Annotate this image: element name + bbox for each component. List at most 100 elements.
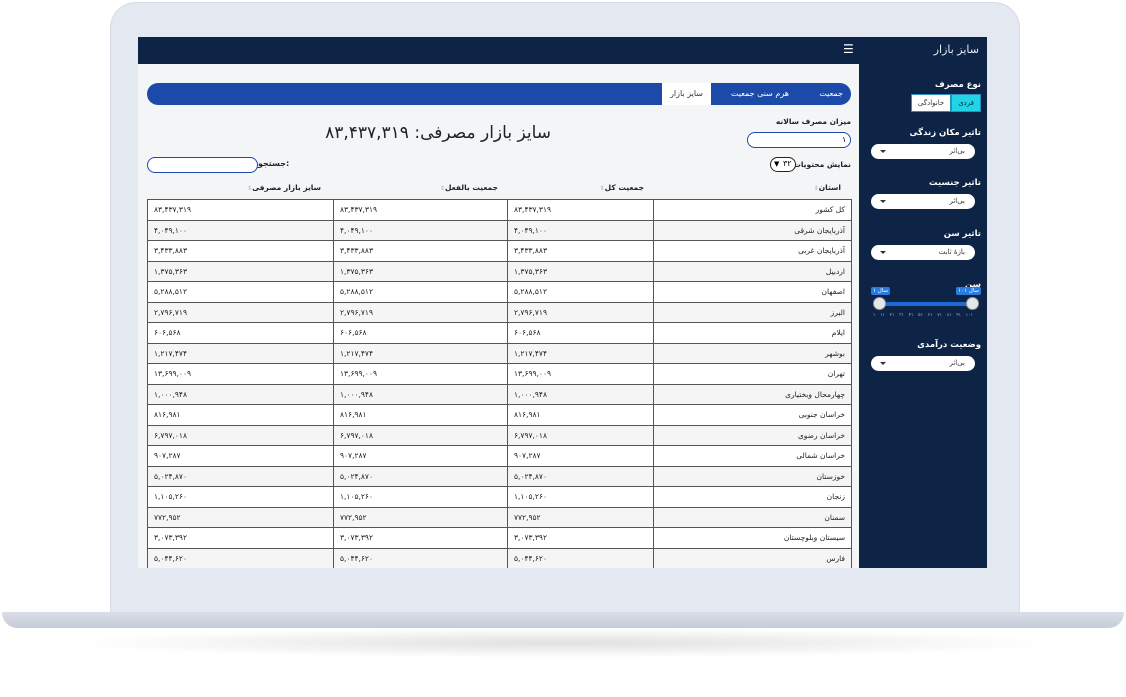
- table-row: ۱,۰۰۰,۹۴۸ ۱,۰۰۰,۹۴۸ ۱,۰۰۰,۹۴۸ چهارمحال وبخت…: [147, 383, 852, 405]
- cell-province: خراسان جنوبی: [653, 404, 852, 426]
- age-min-tag: ۱ سال: [871, 287, 890, 295]
- cell-actual-population: ۶۰۶,۵۶۸: [333, 322, 508, 344]
- cell-market-size: ۷۷۲,۹۵۲: [147, 506, 334, 528]
- cell-market-size: ۶,۷۹۷,۰۱۸: [147, 424, 334, 446]
- cell-total-population: ۶,۷۹۷,۰۱۸: [507, 424, 654, 446]
- cell-province: سیستان وبلوچستان: [653, 527, 852, 549]
- income-status-section: وضعیت درآمدی بی‌اثر: [871, 340, 981, 371]
- cell-province: چهارمحال وبختیاری: [653, 383, 852, 405]
- cell-total-population: ۱,۰۰۰,۹۴۸: [507, 383, 654, 405]
- age-tick-label: ۱۱: [880, 313, 885, 318]
- age-tick-label: ۴۱: [908, 313, 914, 318]
- cell-actual-population: ۶,۷۹۷,۰۱۸: [333, 424, 508, 446]
- tab-population[interactable]: جمعیت: [819, 83, 843, 105]
- cell-total-population: ۱,۱۰۵,۲۶۰: [507, 486, 654, 508]
- age-tick-label: ۲۱: [889, 313, 895, 318]
- cell-actual-population: ۱,۳۷۵,۳۶۳: [333, 260, 508, 282]
- age-tick-label: ۵۱: [918, 313, 923, 318]
- cell-total-population: ۵,۲۸۸,۵۱۲: [507, 281, 654, 303]
- location-effect-title: تاثیر مکان زندگی: [909, 128, 981, 138]
- laptop-shadow: [60, 628, 1066, 658]
- cell-province: سمنان: [653, 506, 852, 528]
- chevron-down-icon: ▼: [774, 160, 780, 168]
- cell-province: خراسان شمالی: [653, 445, 852, 467]
- gender-effect-title: تاثیر جنسیت: [928, 178, 981, 188]
- table-row: ۸۳,۴۳۷,۳۱۹ ۸۳,۴۳۷,۳۱۹ ۸۳,۴۳۷,۳۱۹ کل کشور: [147, 199, 852, 221]
- gender-effect-select[interactable]: بی‌اثر: [871, 194, 975, 209]
- consumption-type-title: نوع مصرف: [934, 80, 981, 90]
- show-entries-select[interactable]: ۳۲ ▼: [770, 157, 796, 172]
- cell-market-size: ۳,۰۷۳,۳۹۲: [147, 527, 334, 549]
- age-tick-label: ۷۱: [937, 313, 943, 318]
- cell-actual-population: ۵,۰۲۴,۸۷۰: [333, 465, 508, 487]
- age-max-handle[interactable]: [966, 297, 979, 310]
- toggle-individual[interactable]: فردی: [951, 94, 981, 112]
- app-screen: ☰ سایز بازار نوع مصرف فردی خانوادگی تاثی…: [138, 37, 987, 568]
- income-status-select[interactable]: بی‌اثر: [871, 356, 975, 371]
- income-status-value: بی‌اثر: [949, 359, 965, 367]
- cell-total-population: ۴,۰۴۹,۱۰۰: [507, 219, 654, 241]
- laptop-base: [2, 612, 1124, 628]
- cell-market-size: ۵,۲۸۸,۵۱۲: [147, 281, 334, 303]
- cell-province: خوزستان: [653, 465, 852, 487]
- age-tick-label: ۸۱: [946, 313, 952, 318]
- tab-market-size[interactable]: سایز بازار: [662, 83, 711, 105]
- cell-province: اصفهان: [653, 281, 852, 303]
- cell-market-size: ۱,۳۷۵,۳۶۳: [147, 260, 334, 282]
- age-tick-label: ۱: [873, 313, 876, 318]
- tab-age-pyramid[interactable]: هرم سنی جمعیت: [731, 83, 789, 105]
- cell-province: آذربایجان غربی: [653, 240, 852, 262]
- cell-province: کل کشور: [653, 199, 852, 221]
- cell-market-size: ۱,۲۱۷,۴۷۴: [147, 342, 334, 364]
- cell-actual-population: ۳,۰۷۳,۳۹۲: [333, 527, 508, 549]
- age-slider-track[interactable]: [875, 302, 971, 306]
- location-effect-select[interactable]: بی‌اثر: [871, 144, 975, 159]
- caret-down-icon: [880, 150, 886, 153]
- cell-actual-population: ۵,۲۸۸,۵۱۲: [333, 281, 508, 303]
- cell-market-size: ۲,۷۹۶,۷۱۹: [147, 301, 334, 323]
- header-market-size[interactable]: ⇕سایز بازار مصرفی: [245, 183, 321, 192]
- cell-total-population: ۵,۰۴۴,۶۲۰: [507, 547, 654, 568]
- cell-total-population: ۲,۷۹۶,۷۱۹: [507, 301, 654, 323]
- cell-province: آذربایجان شرقی: [653, 219, 852, 241]
- age-effect-select[interactable]: بازهٔ ثابت: [871, 245, 975, 260]
- income-status-title: وضعیت درآمدی: [917, 340, 981, 350]
- cell-actual-population: ۴,۰۴۹,۱۰۰: [333, 219, 508, 241]
- cell-province: زنجان: [653, 486, 852, 508]
- header-total-population[interactable]: ⇕جمعیت کل: [598, 183, 644, 192]
- caret-down-icon: [880, 200, 886, 203]
- table-row: ۵,۰۲۴,۸۷۰ ۵,۰۲۴,۸۷۰ ۵,۰۲۴,۸۷۰ خوزستان: [147, 465, 852, 487]
- header-province[interactable]: ⇕استان: [812, 183, 841, 192]
- header-actual-population[interactable]: ⇕جمعیت بالفعل: [438, 183, 498, 192]
- hamburger-icon[interactable]: ☰: [843, 42, 854, 56]
- table-row: ۳,۰۷۳,۳۹۲ ۳,۰۷۳,۳۹۲ ۳,۰۷۳,۳۹۲ سیستان وبلوچس…: [147, 527, 852, 549]
- age-tick-label: ۶۱: [927, 313, 933, 318]
- age-effect-title: تاثیر سن: [943, 229, 981, 239]
- toggle-family[interactable]: خانوادگی: [910, 94, 952, 112]
- cell-actual-population: ۵,۰۴۴,۶۲۰: [333, 547, 508, 568]
- table-row: ۵,۲۸۸,۵۱۲ ۵,۲۸۸,۵۱۲ ۵,۲۸۸,۵۱۲ اصفهان: [147, 281, 852, 303]
- cell-market-size: ۳,۴۳۳,۸۸۳: [147, 240, 334, 262]
- cell-total-population: ۱,۳۷۵,۳۶۳: [507, 260, 654, 282]
- table-row: ۵,۰۴۴,۶۲۰ ۵,۰۴۴,۶۲۰ ۵,۰۴۴,۶۲۰ فارس: [147, 547, 852, 568]
- cell-province: تهران: [653, 363, 852, 385]
- data-table: ۸۳,۴۳۷,۳۱۹ ۸۳,۴۳۷,۳۱۹ ۸۳,۴۳۷,۳۱۹ کل کشور ۴,۰…: [147, 199, 852, 568]
- search-input[interactable]: [147, 157, 258, 173]
- age-min-handle[interactable]: [873, 297, 886, 310]
- cell-market-size: ۱,۰۰۰,۹۴۸: [147, 383, 334, 405]
- table-row: ۷۷۲,۹۵۲ ۷۷۲,۹۵۲ ۷۷۲,۹۵۲ سمنان: [147, 506, 852, 528]
- table-row: ۱,۱۰۵,۲۶۰ ۱,۱۰۵,۲۶۰ ۱,۱۰۵,۲۶۰ زنجان: [147, 486, 852, 508]
- annual-consumption-value: ۱: [842, 135, 847, 144]
- gender-effect-value: بی‌اثر: [949, 197, 965, 205]
- header-province-label: استان: [818, 183, 841, 192]
- cell-total-population: ۸۱۶,۹۸۱: [507, 404, 654, 426]
- cell-market-size: ۱۳,۶۹۹,۰۰۹: [147, 363, 334, 385]
- age-tick-label: ۳۱: [899, 313, 904, 318]
- annual-consumption-input[interactable]: ۱: [747, 132, 851, 148]
- cell-actual-population: ۷۷۲,۹۵۲: [333, 506, 508, 528]
- cell-market-size: ۸۳,۴۳۷,۳۱۹: [147, 199, 334, 221]
- cell-province: خراسان رضوی: [653, 424, 852, 446]
- age-tick-label: ۹۱: [956, 313, 962, 318]
- cell-actual-population: ۸۱۶,۹۸۱: [333, 404, 508, 426]
- cell-market-size: ۹۰۷,۲۸۷: [147, 445, 334, 467]
